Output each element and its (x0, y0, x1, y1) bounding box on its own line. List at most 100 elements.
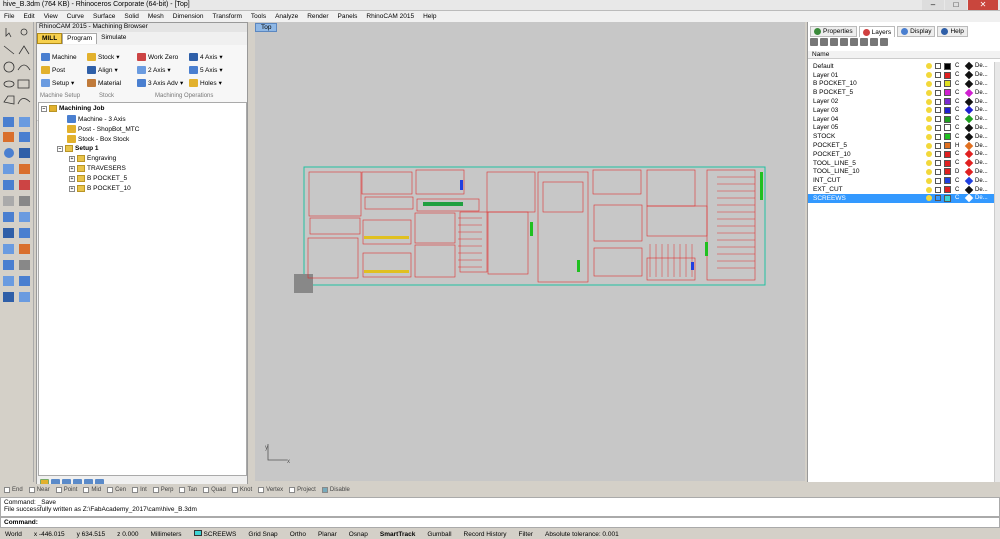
linetype-cell[interactable]: De... (975, 169, 988, 175)
setup-button[interactable]: Setup ▾ (41, 79, 74, 87)
grid-snap-toggle[interactable]: Grid Snap (248, 531, 277, 538)
axis3adv-button[interactable]: 3 Axis Adv ▾ (137, 79, 183, 87)
layers-scrollbar[interactable] (994, 62, 1000, 482)
lock-icon[interactable] (935, 160, 941, 167)
checkbox[interactable] (132, 487, 139, 493)
bulb-icon[interactable] (926, 133, 932, 140)
bulb-icon[interactable] (926, 116, 932, 123)
layer-row[interactable]: Default C De... (808, 62, 994, 71)
delete-layer-icon[interactable] (830, 38, 838, 46)
osnap-project[interactable]: Project (289, 487, 316, 493)
tab-display[interactable]: Display (897, 26, 936, 37)
material-button[interactable]: Material (87, 79, 121, 87)
lock-icon[interactable] (935, 63, 941, 70)
tab-layers[interactable]: Layers (858, 26, 896, 37)
maximize-button[interactable]: □ (945, 0, 967, 10)
checkbox[interactable] (4, 487, 10, 493)
bulb-icon[interactable] (926, 160, 932, 167)
material-cell[interactable]: C (955, 81, 963, 87)
tree-item[interactable]: + B POCKET_5 (69, 175, 127, 182)
print-color-icon[interactable] (964, 150, 974, 159)
material-cell[interactable]: H (955, 143, 963, 149)
layer-row[interactable]: EXT_CUT C De... (808, 185, 994, 194)
cplane-status[interactable]: World (5, 531, 22, 538)
collapse-icon[interactable]: − (57, 145, 63, 152)
menu-mesh[interactable]: Mesh (148, 13, 164, 20)
lock-icon[interactable] (935, 116, 941, 123)
layer-row[interactable]: POCKET_5 H De... (808, 141, 994, 150)
print-color-icon[interactable] (964, 132, 974, 142)
layer-row[interactable]: TOOL_LINE_10 D De... (808, 167, 994, 177)
osnap-knot[interactable]: Knot (231, 487, 252, 493)
print-color-icon[interactable] (964, 62, 974, 71)
command-input[interactable]: Command: (0, 517, 1000, 528)
tree-machine[interactable]: Machine - 3 Axis (67, 115, 126, 123)
layer-color-swatch[interactable] (944, 133, 951, 141)
print-color-icon[interactable] (964, 106, 974, 115)
layer-row[interactable]: B POCKET_5 C De... (808, 88, 994, 98)
material-cell[interactable]: C (955, 151, 963, 157)
layer-color-swatch[interactable] (944, 106, 951, 114)
checkbox[interactable] (321, 487, 328, 493)
material-cell[interactable]: D (955, 169, 963, 175)
layer-color-swatch[interactable] (944, 71, 951, 79)
post-button[interactable]: Post (41, 66, 65, 74)
layer-color-swatch[interactable] (944, 194, 951, 202)
checkbox[interactable] (107, 487, 114, 493)
layer-color-swatch[interactable] (944, 159, 951, 167)
menu-surface[interactable]: Surface (93, 13, 115, 20)
layer-color-swatch[interactable] (944, 62, 951, 70)
layer-color-swatch[interactable] (944, 89, 951, 97)
print-color-icon[interactable] (964, 88, 974, 98)
layer-row[interactable]: STOCK C De... (808, 132, 994, 142)
linetype-cell[interactable]: De... (975, 134, 988, 140)
checkbox[interactable] (83, 487, 90, 493)
menu-edit[interactable]: Edit (23, 13, 34, 20)
layer-color-swatch[interactable] (944, 115, 951, 123)
osnap-toggle[interactable]: Osnap (349, 531, 368, 538)
print-color-icon[interactable] (964, 79, 974, 89)
close-button[interactable]: ✕ (968, 0, 998, 10)
print-color-icon[interactable] (964, 114, 974, 124)
layer-color-swatch[interactable] (944, 142, 951, 150)
material-cell[interactable]: C (955, 99, 963, 105)
bulb-icon[interactable] (926, 186, 932, 193)
tab-simulate[interactable]: Simulate (97, 33, 130, 44)
checkbox[interactable] (258, 487, 265, 493)
print-color-icon[interactable] (964, 123, 974, 133)
print-color-icon[interactable] (964, 194, 974, 203)
lock-icon[interactable] (935, 107, 941, 114)
menu-view[interactable]: View (44, 13, 58, 20)
tree-setup[interactable]: − Setup 1 (57, 145, 98, 152)
print-color-icon[interactable] (964, 185, 974, 194)
layer-row[interactable]: Layer 03 C De... (808, 106, 994, 115)
lock-icon[interactable] (935, 168, 941, 175)
tab-mill[interactable]: MILL (37, 33, 63, 44)
holes-button[interactable]: Holes ▾ (189, 79, 222, 87)
bulb-icon[interactable] (926, 63, 932, 70)
material-cell[interactable]: C (955, 187, 963, 193)
new-layer-icon[interactable] (810, 38, 818, 46)
linetype-cell[interactable]: De... (975, 143, 988, 149)
linetype-cell[interactable]: De... (975, 99, 988, 105)
work-zero-button[interactable]: Work Zero (137, 53, 178, 61)
print-color-icon[interactable] (964, 176, 974, 186)
print-color-icon[interactable] (964, 97, 974, 106)
linetype-cell[interactable]: De... (975, 151, 988, 157)
osnap-tan[interactable]: Tan (179, 487, 197, 493)
linetype-cell[interactable]: De... (975, 125, 988, 131)
layer-color-swatch[interactable] (944, 80, 951, 88)
material-cell[interactable]: C (955, 90, 963, 96)
menu-dimension[interactable]: Dimension (173, 13, 204, 20)
expand-icon[interactable]: + (69, 185, 75, 192)
help-icon[interactable] (880, 38, 888, 46)
axis2-button[interactable]: 2 Axis ▾ (137, 66, 171, 74)
checkbox[interactable] (28, 487, 35, 493)
bulb-icon[interactable] (926, 98, 932, 105)
lock-icon[interactable] (935, 133, 941, 140)
menu-render[interactable]: Render (307, 13, 328, 20)
layer-row[interactable]: B POCKET_10 C De... (808, 79, 994, 89)
layer-row[interactable]: SCREEWS C De... (808, 194, 994, 203)
osnap-near[interactable]: Near (28, 487, 50, 493)
axis4-button[interactable]: 4 Axis ▾ (189, 53, 223, 61)
